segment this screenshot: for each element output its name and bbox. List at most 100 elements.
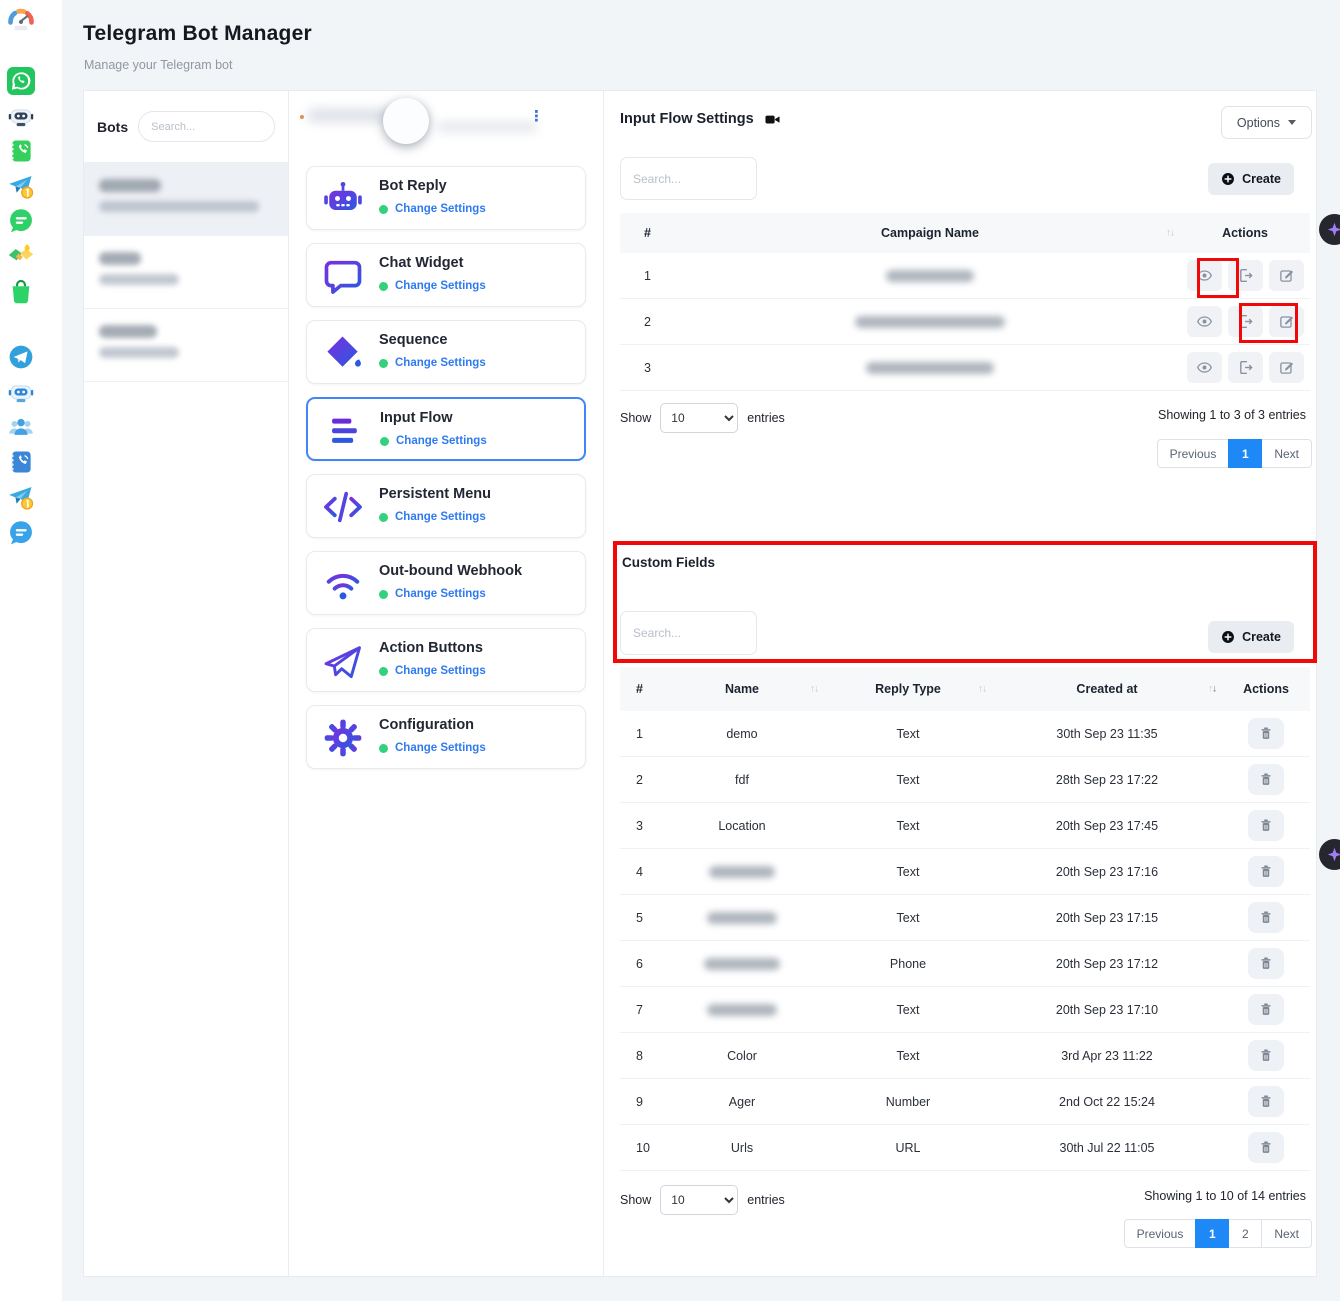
telegram-coin-icon[interactable]: [7, 172, 35, 200]
delete-button[interactable]: [1248, 1086, 1284, 1117]
view-button[interactable]: [1187, 352, 1222, 383]
column-header-index[interactable]: #: [620, 682, 660, 696]
next-page-button[interactable]: Next: [1261, 1219, 1312, 1248]
column-header-index[interactable]: #: [620, 226, 680, 240]
delete-button[interactable]: [1248, 810, 1284, 841]
flow-page-size-select[interactable]: 10: [660, 403, 738, 433]
settings-card-title: Persistent Menu: [379, 486, 491, 502]
field-created-at: 20th Sep 23 17:15: [992, 911, 1222, 925]
export-button[interactable]: [1228, 306, 1263, 337]
change-settings-link[interactable]: Change Settings: [395, 742, 486, 754]
page-2-button[interactable]: 2: [1228, 1219, 1262, 1248]
custom-fields-create-button[interactable]: Create: [1208, 621, 1294, 653]
edit-button[interactable]: [1269, 352, 1304, 383]
bot-list-item[interactable]: [84, 236, 288, 309]
flow-search-input[interactable]: [620, 157, 757, 200]
edit-button[interactable]: [1269, 260, 1304, 291]
delete-button[interactable]: [1248, 902, 1284, 933]
telegram-coin-blue-icon[interactable]: [7, 483, 35, 511]
row-actions: [1222, 856, 1310, 887]
column-header-campaign-name[interactable]: Campaign Name ↑↓: [680, 226, 1180, 240]
telegram-icon[interactable]: [7, 343, 35, 371]
export-button[interactable]: [1228, 260, 1263, 291]
sort-icon[interactable]: ↑↓: [1166, 228, 1174, 239]
settings-card-status: Change Settings: [379, 588, 486, 600]
page-1-button[interactable]: 1: [1195, 1219, 1229, 1248]
row-actions: [1222, 718, 1310, 749]
settings-card[interactable]: Input Flow Change Settings: [306, 397, 586, 461]
field-name: fdf: [660, 773, 824, 787]
settings-card[interactable]: Persistent Menu Change Settings: [306, 474, 586, 538]
bots-title: Bots: [97, 119, 128, 135]
settings-card[interactable]: Chat Widget Change Settings: [306, 243, 586, 307]
handshake-icon[interactable]: [7, 242, 35, 270]
file-export-icon: [1238, 314, 1253, 329]
sort-icon[interactable]: ↑↓: [810, 684, 818, 695]
settings-card[interactable]: Action Buttons Change Settings: [306, 628, 586, 692]
custom-fields-search-input[interactable]: [620, 611, 757, 655]
shopping-bag-icon[interactable]: [7, 277, 35, 305]
options-button[interactable]: Options: [1221, 106, 1312, 139]
column-header-reply-type[interactable]: Reply Type ↑↓: [824, 682, 992, 696]
flow-create-button[interactable]: Create: [1208, 163, 1294, 195]
settings-card[interactable]: Bot Reply Change Settings: [306, 166, 586, 230]
change-settings-link[interactable]: Change Settings: [395, 588, 486, 600]
robot-blue-icon[interactable]: [7, 378, 35, 406]
contacts-book-blue-icon[interactable]: [7, 448, 35, 476]
change-settings-link[interactable]: Change Settings: [395, 280, 486, 292]
previous-page-button[interactable]: Previous: [1124, 1219, 1197, 1248]
team-icon[interactable]: [7, 413, 35, 441]
contacts-book-icon[interactable]: [7, 137, 35, 165]
kebab-menu-icon[interactable]: ⋮: [529, 107, 544, 125]
view-button[interactable]: [1187, 260, 1222, 291]
chevron-down-icon: [1288, 120, 1296, 125]
export-button[interactable]: [1228, 352, 1263, 383]
delete-button[interactable]: [1248, 856, 1284, 887]
custom-fields-page-size-select[interactable]: 10: [660, 1185, 738, 1215]
delete-button[interactable]: [1248, 718, 1284, 749]
edit-button[interactable]: [1269, 306, 1304, 337]
settings-card[interactable]: Sequence Change Settings: [306, 320, 586, 384]
next-page-button[interactable]: Next: [1261, 439, 1312, 468]
custom-field-row: 10 Urls URL 30th Jul 22 11:05: [620, 1125, 1310, 1171]
column-header-created-at[interactable]: Created at ↑↓: [992, 682, 1222, 696]
content-panels: Bots: [83, 90, 1317, 1277]
delete-button[interactable]: [1248, 764, 1284, 795]
delete-button[interactable]: [1248, 994, 1284, 1025]
column-header-name[interactable]: Name ↑↓: [660, 682, 824, 696]
custom-field-row: 8 Color Text 3rd Apr 23 11:22: [620, 1033, 1310, 1079]
row-actions: [1222, 948, 1310, 979]
delete-button[interactable]: [1248, 1040, 1284, 1071]
flow-settings-title-text: Input Flow Settings: [620, 111, 754, 127]
view-button[interactable]: [1187, 306, 1222, 337]
settings-card[interactable]: Configuration Change Settings: [306, 705, 586, 769]
bot-list-item[interactable]: [84, 309, 288, 382]
bots-search-input[interactable]: [138, 111, 275, 142]
chat-bubble-blue-icon[interactable]: [7, 519, 35, 547]
field-created-at: 2nd Oct 22 15:24: [992, 1095, 1222, 1109]
sort-icon-desc[interactable]: ↑↓: [1208, 684, 1216, 695]
change-settings-link[interactable]: Change Settings: [396, 435, 487, 447]
change-settings-link[interactable]: Change Settings: [395, 203, 486, 215]
bot-list-item[interactable]: [84, 163, 288, 236]
whatsapp-icon[interactable]: [7, 67, 35, 95]
robot-icon[interactable]: [7, 102, 35, 130]
delete-button[interactable]: [1248, 948, 1284, 979]
page-1-button[interactable]: 1: [1228, 439, 1262, 468]
delete-button[interactable]: [1248, 1132, 1284, 1163]
settings-card-title: Configuration: [379, 717, 474, 733]
row-index: 7: [620, 1003, 660, 1017]
previous-page-button[interactable]: Previous: [1157, 439, 1230, 468]
change-settings-link[interactable]: Change Settings: [395, 357, 486, 369]
field-name: demo: [660, 727, 824, 741]
sort-icon[interactable]: ↑↓: [978, 684, 986, 695]
assistant-sparkle-button[interactable]: [1319, 839, 1340, 870]
settings-card-status: Change Settings: [379, 280, 486, 292]
settings-card[interactable]: Out-bound Webhook Change Settings: [306, 551, 586, 615]
chat-bubble-icon[interactable]: [7, 207, 35, 235]
sparkle-icon: [1327, 847, 1340, 862]
speedometer-icon[interactable]: [6, 6, 36, 36]
change-settings-link[interactable]: Change Settings: [395, 665, 486, 677]
change-settings-link[interactable]: Change Settings: [395, 511, 486, 523]
assistant-sparkle-button[interactable]: [1319, 214, 1340, 245]
